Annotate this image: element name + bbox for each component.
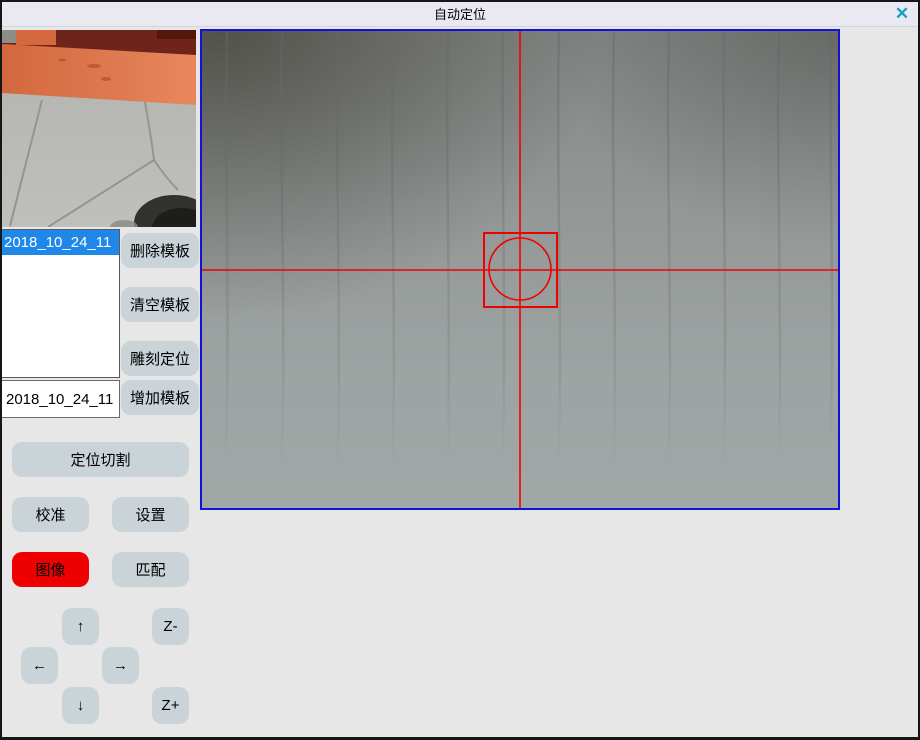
template-preview-image (2, 30, 196, 227)
camera-view[interactable] (200, 29, 840, 510)
auto-position-dialog: 自动定位 ✕ (0, 0, 920, 740)
jog-down-button[interactable]: ↓ (62, 687, 99, 724)
jog-left-button[interactable]: ← (21, 647, 58, 684)
jog-z-plus-button[interactable]: Z+ (152, 687, 189, 724)
engrave-position-button[interactable]: 雕刻定位 (121, 341, 199, 376)
template-list-item[interactable]: 2018_10_24_11 (2, 230, 119, 255)
add-template-button[interactable]: 增加模板 (121, 380, 199, 415)
title-bar: 自动定位 ✕ (0, 0, 920, 27)
template-name-input[interactable] (1, 380, 120, 418)
match-button[interactable]: 匹配 (112, 552, 189, 587)
close-button[interactable]: ✕ (891, 3, 913, 24)
position-cut-button[interactable]: 定位切割 (12, 442, 189, 477)
jog-up-button[interactable]: ↑ (62, 608, 99, 645)
jog-right-button[interactable]: → (102, 647, 139, 684)
jog-z-minus-button[interactable]: Z- (152, 608, 189, 645)
template-list: 2018_10_24_11 (1, 229, 120, 378)
calibrate-button[interactable]: 校准 (12, 497, 89, 532)
settings-button[interactable]: 设置 (112, 497, 189, 532)
delete-template-button[interactable]: 删除模板 (121, 233, 199, 268)
image-button-active[interactable]: 图像 (12, 552, 89, 587)
clear-templates-button[interactable]: 清空模板 (121, 287, 199, 322)
template-photo (2, 30, 196, 227)
close-icon: ✕ (895, 4, 909, 24)
dialog-title: 自动定位 (0, 0, 920, 26)
camera-image (202, 31, 838, 508)
